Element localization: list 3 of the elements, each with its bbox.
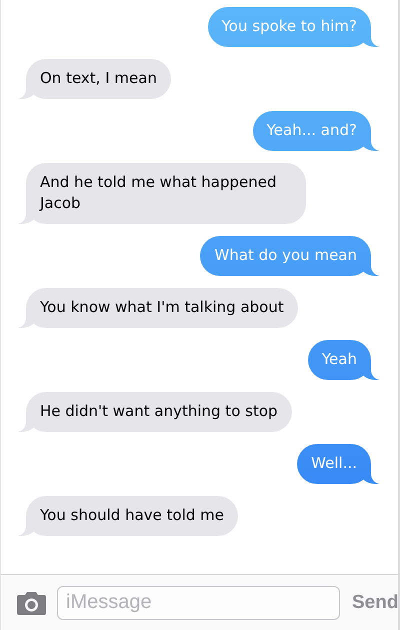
message-field[interactable]: iMessage [57, 586, 340, 620]
camera-icon[interactable] [16, 590, 47, 614]
send-button[interactable]: Send [350, 592, 398, 614]
